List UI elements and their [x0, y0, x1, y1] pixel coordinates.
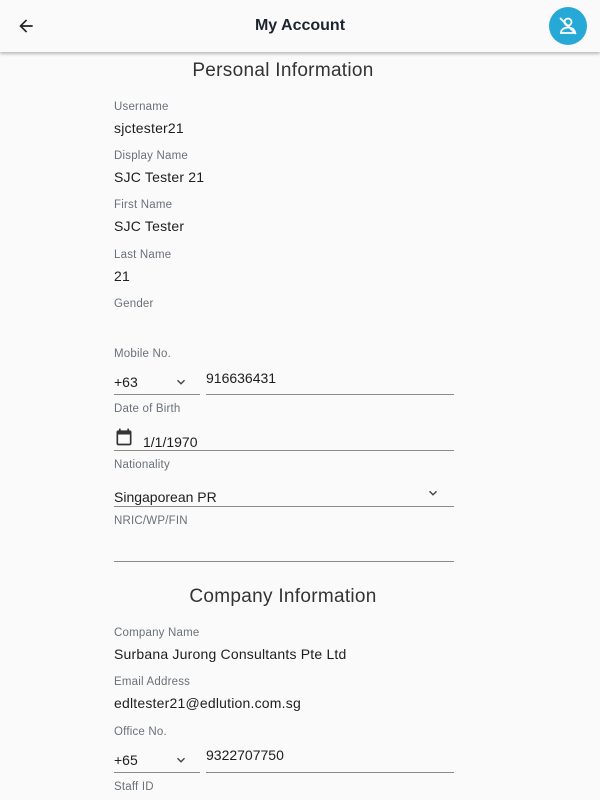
mobile-number-input[interactable]: 916636431: [206, 370, 454, 392]
dob-underline: [114, 450, 454, 451]
company-name-label: Company Name: [114, 627, 200, 639]
nationality-label: Nationality: [114, 459, 170, 471]
office-number-value: 9322707750: [206, 747, 284, 763]
last-name-value: 21: [114, 268, 130, 284]
personal-info-heading: Personal Information: [192, 60, 374, 81]
gender-label: Gender: [114, 298, 154, 310]
username-value: sjctester21: [114, 120, 184, 136]
display-name-value: SJC Tester 21: [114, 169, 205, 185]
profile-avatar-button[interactable]: [549, 7, 587, 45]
office-number-underline: [206, 772, 454, 773]
mobile-country-code: +63: [114, 374, 138, 390]
display-name-label: Display Name: [114, 150, 188, 162]
office-code-underline: [114, 772, 200, 773]
nationality-underline: [114, 506, 454, 507]
calendar-icon: [116, 428, 132, 446]
nationality-select[interactable]: Singaporean PR: [114, 489, 454, 511]
first-name-label: First Name: [114, 199, 173, 211]
office-country-code: +65: [114, 752, 138, 768]
no-user-icon: [559, 17, 577, 35]
email-value: edltester21@edlution.com.sg: [114, 695, 301, 711]
nric-underline: [114, 561, 454, 562]
last-name-label: Last Name: [114, 249, 172, 261]
username-label: Username: [114, 101, 169, 113]
account-form: Personal Information Username sjctester2…: [0, 52, 600, 800]
nric-input[interactable]: [114, 538, 454, 560]
mobile-label: Mobile No.: [114, 348, 171, 360]
mobile-number-underline: [206, 394, 454, 395]
dob-value: 1/1/1970: [143, 434, 198, 450]
office-country-code-select[interactable]: +65: [114, 750, 200, 772]
company-name-value: Surbana Jurong Consultants Pte Ltd: [114, 646, 347, 662]
nationality-value: Singaporean PR: [114, 489, 217, 505]
chevron-down-icon: [429, 490, 437, 496]
first-name-value: SJC Tester: [114, 218, 185, 234]
mobile-number-value: 916636431: [206, 370, 277, 386]
chevron-down-icon: [177, 379, 185, 385]
mobile-code-underline: [114, 394, 200, 395]
office-number-input[interactable]: 9322707750: [206, 747, 454, 769]
company-info-heading: Company Information: [189, 586, 377, 607]
nric-label: NRIC/WP/FIN: [114, 515, 188, 527]
page-title: My Account: [254, 17, 346, 34]
chevron-down-icon: [177, 757, 185, 763]
office-label: Office No.: [114, 726, 167, 738]
email-label: Email Address: [114, 676, 191, 688]
dob-date-picker[interactable]: 1/1/1970: [114, 424, 454, 450]
staff-id-label: Staff ID: [114, 781, 154, 793]
app-bar: My Account: [0, 0, 600, 52]
mobile-country-code-select[interactable]: +63: [114, 372, 200, 394]
dob-label: Date of Birth: [114, 403, 181, 415]
